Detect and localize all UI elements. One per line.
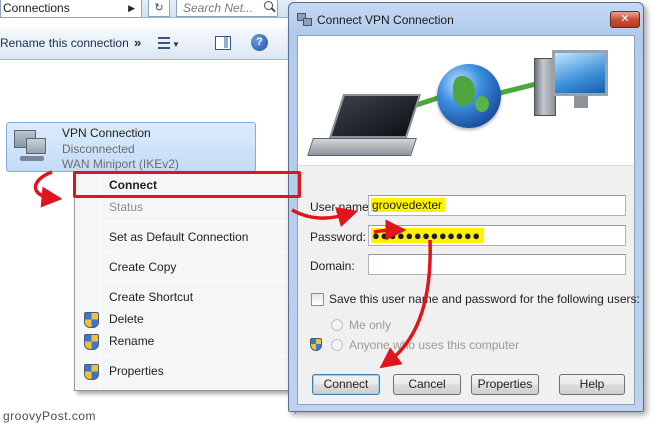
preview-pane-button[interactable] — [215, 36, 231, 50]
dialog-body: User name: groovedexter Password: ●●●●●●… — [297, 35, 640, 405]
refresh-button[interactable]: ↻ — [148, 0, 170, 17]
connection-status: Disconnected — [62, 142, 135, 156]
menu-item-create-copy[interactable]: Create Copy — [77, 256, 298, 278]
save-credentials-label[interactable]: Save this user name and password for the… — [329, 292, 640, 306]
context-menu: Connect Status Set as Default Connection… — [74, 171, 301, 391]
connect-highlight-box — [73, 171, 301, 198]
username-field[interactable]: groovedexter — [368, 195, 626, 216]
menu-item-label: Properties — [109, 364, 164, 378]
menu-separator — [105, 355, 295, 356]
change-view-button[interactable]: ▼ — [158, 36, 180, 50]
save-credentials-checkbox[interactable] — [311, 293, 324, 306]
me-only-label[interactable]: Me only — [349, 318, 391, 332]
menu-item-set-default[interactable]: Set as Default Connection — [77, 226, 298, 248]
domain-field[interactable] — [368, 254, 626, 275]
menu-item-create-shortcut[interactable]: Create Shortcut — [77, 286, 298, 308]
chevron-down-icon: ▼ — [172, 40, 180, 49]
uac-shield-icon — [84, 334, 99, 350]
network-cable-shape — [497, 81, 539, 96]
site-watermark: groovyPost.com — [3, 409, 97, 423]
search-input[interactable]: Search Net... — [176, 0, 278, 17]
properties-button[interactable]: Properties — [471, 374, 539, 395]
help-icon[interactable]: ? — [251, 34, 268, 51]
stand-shape — [574, 96, 588, 108]
cancel-button[interactable]: Cancel — [393, 374, 461, 395]
uac-shield-icon — [310, 338, 322, 351]
password-field[interactable]: ●●●●●●●●●●●●● — [368, 225, 626, 246]
laptop-screen-shape — [328, 94, 422, 138]
domain-label: Domain: — [310, 259, 355, 273]
anyone-radio[interactable] — [331, 339, 343, 351]
uac-shield-icon — [84, 364, 99, 380]
address-breadcrumb[interactable]: Connections ▶ — [0, 0, 142, 18]
password-label: Password: — [310, 230, 367, 244]
network-connection-icon — [12, 128, 52, 164]
vpn-connection-item[interactable]: VPN Connection Disconnected WAN Miniport… — [6, 122, 256, 172]
view-icon-line — [158, 42, 170, 44]
refresh-icon: ↻ — [154, 2, 164, 14]
rename-connection-command[interactable]: Rename this connection — [0, 36, 129, 50]
view-icon-line — [158, 47, 170, 49]
password-value: ●●●●●●●●●●●●● — [371, 228, 484, 243]
menu-item-delete[interactable]: Delete — [77, 308, 298, 330]
desktop-computer-icon — [534, 50, 618, 120]
menu-separator — [105, 281, 295, 282]
help-button[interactable]: Help — [559, 374, 625, 395]
view-icon — [158, 37, 170, 39]
laptop-icon — [307, 94, 430, 160]
search-icon[interactable] — [264, 1, 273, 10]
menu-item-properties[interactable]: Properties — [77, 360, 298, 382]
close-icon: ✕ — [620, 13, 630, 25]
network-base-shape — [20, 156, 44, 161]
username-value: groovedexter — [371, 198, 446, 212]
anyone-label[interactable]: Anyone who uses this computer — [349, 338, 519, 352]
network-icon-part — [303, 18, 312, 26]
me-only-radio[interactable] — [331, 319, 343, 331]
connect-button[interactable]: Connect — [312, 374, 380, 395]
close-button[interactable]: ✕ — [610, 11, 640, 28]
vpn-banner-illustration — [298, 36, 634, 166]
laptop-deck-shape — [307, 138, 417, 156]
monitor-shape — [552, 50, 608, 96]
connection-device: WAN Miniport (IKEv2) — [62, 157, 179, 171]
menu-item-status: Status — [109, 200, 144, 214]
menu-item-label: Delete — [109, 312, 144, 326]
menu-separator — [105, 221, 295, 222]
menu-item-rename[interactable]: Rename — [77, 330, 298, 352]
command-bar: Rename this connection » ▼ ? — [0, 28, 296, 60]
globe-icon — [437, 64, 501, 128]
connect-vpn-dialog: Connect VPN Connection ✕ User name: groo… — [288, 2, 644, 412]
breadcrumb-label: Connections — [3, 1, 70, 15]
more-commands-button[interactable]: » — [134, 35, 141, 50]
connection-name: VPN Connection — [62, 126, 151, 140]
network-icon — [297, 13, 313, 27]
address-bar: Connections ▶ ↻ Search Net... — [0, 0, 296, 18]
search-placeholder: Search Net... — [183, 1, 254, 15]
chevron-right-icon[interactable]: ▶ — [128, 0, 135, 16]
uac-shield-icon — [84, 312, 99, 328]
dialog-title: Connect VPN Connection — [317, 13, 454, 27]
username-label: User name: — [310, 200, 373, 214]
menu-item-label: Rename — [109, 334, 155, 348]
menu-separator — [105, 251, 295, 252]
monitor-shape — [26, 138, 46, 154]
